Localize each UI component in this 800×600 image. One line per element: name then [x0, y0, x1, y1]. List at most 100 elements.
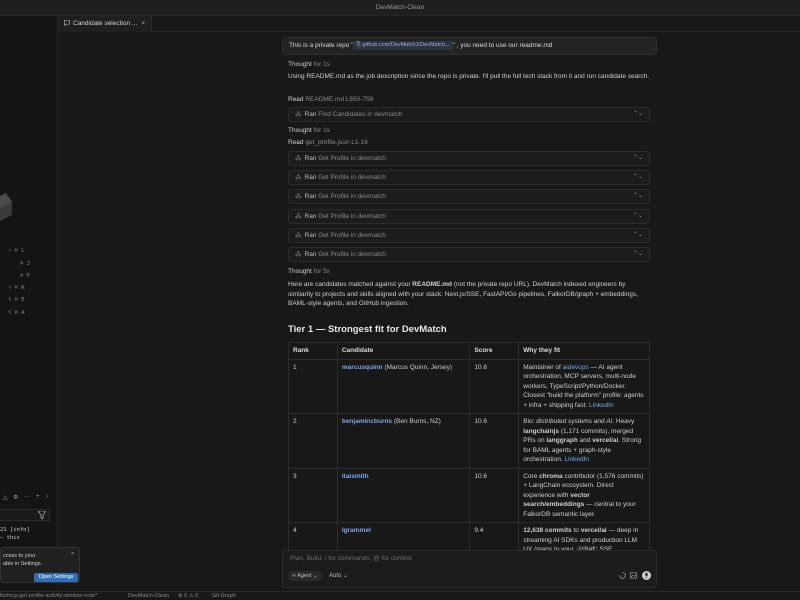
shortcut-hint: ⌘ J	[20, 261, 30, 267]
text: to	[571, 527, 581, 534]
candidate-link[interactable]: lgrammel	[342, 527, 371, 534]
score-cell: 10.6	[469, 358, 520, 414]
filter-icon[interactable]	[38, 511, 46, 519]
plus-icon[interactable]: +	[36, 494, 40, 500]
candidate-cell: benjamincburns (Ben Burns, NZ)	[336, 413, 471, 469]
message-text: This is a private repo "	[289, 42, 354, 49]
tool-verb: Ran	[304, 174, 317, 182]
expand-icon[interactable]: ⌃⌄	[633, 152, 643, 165]
message-text: " , you need to use our readme.md	[452, 42, 553, 49]
emphasis: vercel/ai	[592, 437, 619, 444]
close-icon[interactable]: ×	[71, 551, 74, 557]
shortcut-hint: ⇧ ⌘ L	[8, 248, 25, 254]
composer-placeholder[interactable]: Plan, Build, / for commands, @ for conte…	[290, 555, 412, 562]
candidate-name: (Marcus Quinn, Jersey)	[382, 363, 453, 371]
text: Core	[523, 472, 540, 480]
tab-candidate-selection[interactable]: Candidate selection ... ×	[58, 16, 152, 32]
model-selector[interactable]: Auto ⌄	[329, 571, 348, 581]
tool-call-get-profile[interactable]: ⁂ Ran Get Profile in devmatch ⌃⌄	[288, 227, 650, 243]
candidate-cell: marcusquinn (Marcus Quinn, Jersey)	[336, 358, 471, 414]
text: Maintainer of	[523, 363, 563, 371]
tool-name: Get Profile in devmatch	[318, 231, 386, 239]
notification-text: able in Settings.	[3, 561, 43, 567]
microphone-icon[interactable]	[642, 571, 651, 580]
expand-icon[interactable]: ⌃⌄	[633, 229, 643, 242]
notification-toast: ccess to your able in Settings. × Open S…	[0, 547, 80, 583]
close-icon[interactable]: ×	[141, 16, 145, 32]
text: Bio:	[523, 418, 537, 425]
why-cell: Bio: distributed systems and AI. Heavy l…	[518, 413, 650, 469]
branch-name[interactable]: fix/mcp-get-profile-activity-window-note…	[0, 592, 97, 600]
left-panel	[0, 16, 58, 591]
tool-call-get-profile[interactable]: ⁂ Ran Get Profile in devmatch ⌃⌄	[288, 208, 650, 224]
score-cell: 10.6	[469, 413, 520, 469]
more-icon[interactable]: ···	[24, 494, 30, 500]
expand-icon[interactable]: ⌃⌄	[633, 210, 643, 223]
tool-verb: Ran	[304, 155, 317, 162]
warning-icon[interactable]: △	[3, 494, 8, 501]
thought-label[interactable]: Thought for 5s	[288, 268, 330, 275]
candidate-link[interactable]: benjamincburns	[342, 418, 392, 425]
tool-call-find-candidates[interactable]: ⁂ Ran Find Candidates in devmatch ⌃⌄	[288, 107, 650, 122]
notification-text: ccess to your	[3, 553, 36, 559]
thought-label[interactable]: Thought for 1s	[288, 61, 330, 68]
open-settings-button[interactable]: Open Settings	[34, 573, 78, 582]
shortcut-hint: ⌘ P	[20, 273, 30, 279]
column-header: Score	[469, 342, 520, 360]
tool-call-get-profile[interactable]: ⁂ Ran Get Profile in devmatch ⌃⌄	[288, 247, 650, 262]
window-title: DevMatch-Clean	[0, 0, 800, 16]
column-header: Why they fit	[518, 342, 650, 360]
read-file-label[interactable]: Read README.md L650-759	[288, 96, 373, 103]
candidate-link[interactable]: itaismith	[342, 473, 369, 480]
link[interactable]: aidevops	[563, 364, 589, 371]
tool-name: Get Profile in devmatch	[318, 155, 386, 162]
candidate-link[interactable]: marcusquinn	[342, 364, 383, 371]
tool-call-get-profile[interactable]: ⁂ Ran Get Profile in devmatch ⌃⌄	[288, 151, 650, 166]
project-name[interactable]: DevMatch-Clean	[128, 592, 169, 600]
tool-icon: ⁂	[295, 111, 302, 118]
problems-indicator[interactable]: ⊗ 0 ⚠ 0	[178, 592, 198, 600]
thought-label[interactable]: Thought for 1s	[288, 127, 330, 134]
link[interactable]: LinkedIn	[589, 402, 614, 409]
tool-call-get-profile[interactable]: ⁂ Ran Get Profile in devmatch ⌃⌄	[288, 189, 650, 205]
chat-composer[interactable]: Plan, Build, / for commands, @ for conte…	[282, 550, 657, 588]
expand-icon[interactable]: ⌃⌄	[633, 108, 643, 121]
rank-cell: 3	[288, 467, 338, 523]
tool-icon: ⁂	[295, 155, 302, 162]
expand-icon[interactable]: ⌃⌄	[633, 190, 643, 203]
status-bar: fix/mcp-get-profile-activity-window-note…	[0, 591, 800, 600]
rank-cell: 2	[288, 413, 338, 469]
tier-heading: Tier 1 — Strongest fit for DevMatch	[288, 324, 447, 335]
loading-spinner-icon	[619, 572, 626, 579]
tool-name: Get Profile in devmatch	[318, 212, 386, 220]
tool-icon: ⁂	[295, 193, 302, 201]
assistant-paragraph: Using README.md as the job description s…	[288, 73, 650, 80]
tool-call-get-profile[interactable]: ⁂ Ran Get Profile in devmatch ⌃⌄	[288, 170, 650, 186]
candidate-cell: itaismith	[336, 467, 471, 523]
link[interactable]: LinkedIn	[564, 456, 589, 463]
emphasis: langgraph	[546, 437, 578, 444]
agent-mode-selector[interactable]: ∞ Agent ⌄	[288, 571, 322, 581]
tool-verb: Ran	[304, 251, 317, 258]
expand-icon[interactable]: ⌃⌄	[633, 248, 643, 261]
emphasis: chroma	[539, 472, 563, 480]
tool-name: Get Profile in devmatch	[318, 193, 386, 201]
git-graph-button[interactable]: Git Graph	[212, 592, 236, 600]
image-attach-icon[interactable]	[630, 572, 637, 579]
tool-verb: Ran	[304, 193, 317, 201]
tool-verb: Ran	[304, 231, 317, 239]
table-row: 3 itaismith 10.6 Core chroma contributor (1…	[288, 467, 650, 523]
terminal-line: 21 [info]	[0, 527, 30, 533]
table-header-row: Rank Candidate Score Why they fit	[288, 342, 650, 360]
chevron-right-icon[interactable]: ›	[46, 494, 48, 500]
why-cell: Maintainer of aidevops — AI agent orches…	[518, 358, 650, 414]
tab-bar: Candidate selection ... ×	[58, 16, 800, 32]
column-header: Candidate	[336, 342, 471, 360]
shortcut-hint: ⇧ ⌘ K	[8, 285, 25, 291]
expand-icon[interactable]: ⌃⌄	[633, 171, 643, 184]
read-file-label[interactable]: Read get_profile.json L1-16	[288, 139, 368, 146]
candidates-table: Rank Candidate Score Why they fit 1 marcu…	[288, 342, 650, 568]
gear-icon[interactable]: ⚙	[13, 494, 18, 501]
tool-name: Get Profile in devmatch	[318, 174, 386, 182]
repo-link-chip[interactable]: ⎘ github.com/DevMatch1/DevMatch...	[353, 41, 453, 50]
